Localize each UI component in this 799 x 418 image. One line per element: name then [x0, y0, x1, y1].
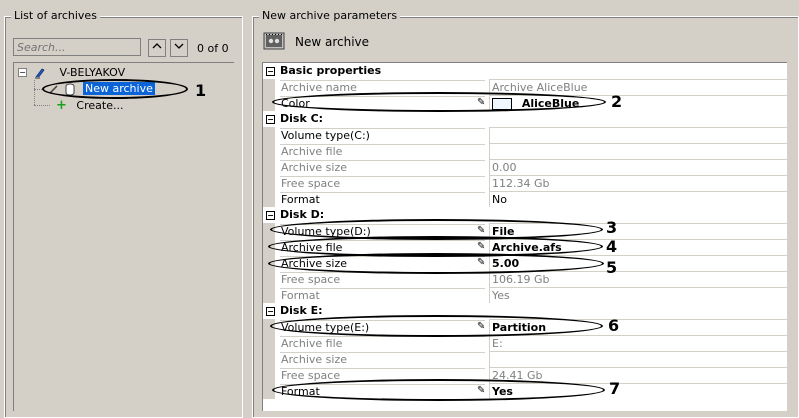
prop-format-d[interactable]: Format Yes	[263, 287, 787, 303]
prop-name: Format	[281, 289, 320, 302]
prop-name: Free space	[281, 177, 341, 190]
prop-value: E:	[492, 337, 503, 350]
archive-title: New archive	[295, 35, 370, 49]
prop-value: Yes	[492, 289, 510, 302]
category-label: Disk C:	[280, 112, 324, 125]
archives-list-title: List of archives	[11, 9, 100, 22]
callout-1: 1	[195, 81, 207, 100]
prop-value: No	[492, 193, 507, 206]
prop-archive-size-c[interactable]: Archive size 0.00	[263, 159, 787, 175]
prop-value: 106.19 Gb	[492, 273, 550, 286]
prop-name: Archive file	[281, 145, 343, 158]
prop-name: Archive file	[281, 337, 343, 350]
collapse-toggle[interactable]: −	[18, 68, 27, 77]
search-input[interactable]	[13, 38, 141, 56]
create-label: Create...	[76, 99, 124, 112]
collapse-toggle[interactable]: −	[266, 67, 275, 76]
tree-item-computer[interactable]: V-BELYAKOV	[34, 66, 125, 80]
prop-archive-size-e[interactable]: Archive size	[263, 351, 787, 367]
chevron-up-icon	[152, 43, 162, 49]
add-icon: +	[56, 98, 67, 113]
prop-name: Format	[281, 193, 320, 206]
callout-5: 5	[606, 258, 618, 277]
category-label: Disk D:	[280, 208, 325, 221]
prop-name: Volume type(C:)	[281, 129, 370, 142]
tree-line	[34, 105, 50, 106]
category-disk-c[interactable]: − Disk C:	[263, 111, 787, 127]
search-counter: 0 of 0	[197, 42, 229, 55]
callout-7: 7	[609, 379, 621, 398]
prop-name: Free space	[281, 369, 341, 382]
tape-icon	[263, 32, 285, 50]
collapse-toggle[interactable]: −	[266, 115, 275, 124]
prop-archive-file-c[interactable]: Archive file	[263, 143, 787, 159]
prop-name: Archive size	[281, 161, 347, 174]
prop-value: 0.00	[492, 161, 517, 174]
highlight-ellipse-6	[270, 315, 603, 337]
category-label: Basic properties	[280, 64, 382, 77]
prop-name: Archive size	[281, 353, 347, 366]
highlight-ellipse-7	[272, 379, 605, 401]
prop-archive-file-e[interactable]: Archive file E:	[263, 335, 787, 351]
prop-free-space-c[interactable]: Free space 112.34 Gb	[263, 175, 787, 191]
computer-name: V-BELYAKOV	[59, 66, 126, 79]
prop-name: Free space	[281, 273, 341, 286]
category-label: Disk E:	[280, 304, 323, 317]
highlight-ellipse-2	[272, 92, 606, 112]
prop-format-c[interactable]: Format No	[263, 191, 787, 207]
highlight-ellipse-5	[268, 253, 604, 274]
collapse-toggle[interactable]: −	[266, 211, 275, 220]
prop-value: 112.34 Gb	[492, 177, 550, 190]
tree-line	[34, 80, 35, 105]
callout-6: 6	[608, 316, 620, 335]
prop-name: Archive name	[281, 81, 357, 94]
next-button[interactable]	[170, 39, 188, 57]
previous-button[interactable]	[148, 39, 166, 57]
archives-tree[interactable]: − V-BELYAKOV New archive + Create...	[13, 62, 234, 411]
collapse-toggle[interactable]: −	[266, 307, 275, 316]
prop-free-space-d[interactable]: Free space 106.19 Gb	[263, 271, 787, 287]
tree-item-create[interactable]: + Create...	[56, 98, 123, 113]
chevron-down-icon	[174, 43, 184, 49]
highlight-ellipse-1	[42, 79, 188, 99]
computer-icon	[35, 68, 45, 79]
callout-4: 4	[606, 237, 618, 256]
prop-volume-type-c[interactable]: Volume type(C:)	[263, 127, 787, 143]
callout-3: 3	[606, 218, 618, 237]
archive-parameters-title: New archive parameters	[259, 9, 401, 22]
callout-2: 2	[611, 92, 623, 111]
category-basic-properties[interactable]: − Basic properties	[263, 63, 787, 79]
